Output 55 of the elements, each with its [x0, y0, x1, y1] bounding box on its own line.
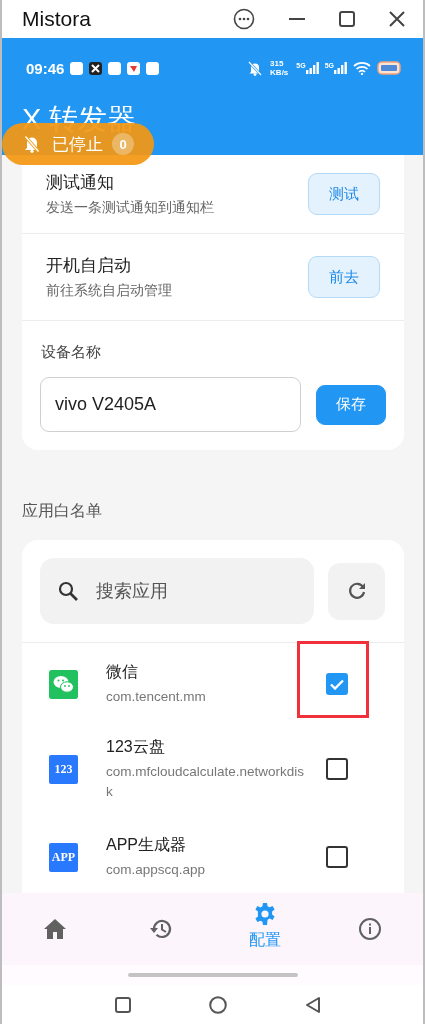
home-icon [42, 918, 67, 940]
window-title: Mistora [22, 7, 92, 31]
signal-icon [305, 62, 319, 74]
speed-unit: KB/s [270, 68, 289, 77]
maximize-icon[interactable] [339, 11, 355, 27]
bell-off-icon [24, 135, 40, 153]
status-pill[interactable]: 已停止 0 [2, 123, 154, 165]
setting-subtitle: 前往系统自启动管理 [46, 282, 173, 300]
signal-icon [334, 62, 347, 74]
more-icon[interactable] [233, 8, 255, 30]
settings-icon [253, 901, 278, 926]
search-icon [58, 581, 78, 601]
battery-icon [377, 61, 401, 75]
check-icon [330, 678, 344, 690]
wifi-icon [353, 61, 371, 75]
recents-button-icon[interactable] [114, 996, 131, 1013]
minimize-icon[interactable] [289, 17, 305, 21]
setting-subtitle: 发送一条测试通知到通知栏 [46, 199, 215, 217]
info-icon [358, 917, 383, 941]
field-label: 设备名称 [41, 343, 102, 362]
refresh-icon [346, 581, 367, 601]
notification-icon [69, 60, 85, 76]
checkbox[interactable] [326, 758, 348, 780]
setting-title: 测试通知 [46, 172, 115, 194]
action-button[interactable]: 前去 [308, 256, 380, 298]
home-button-icon[interactable] [208, 995, 227, 1014]
device-name-field[interactable]: vivo V2405A [40, 377, 301, 432]
package-name: com.mfcloudcalculate.networkdisk [106, 762, 306, 801]
notification-icon [145, 60, 161, 76]
notification-icon [107, 60, 123, 76]
status-label: 已停止 [52, 133, 103, 156]
refresh-button[interactable] [328, 562, 385, 620]
package-name: com.appscq.app [106, 860, 207, 879]
speed-value: 315 [270, 59, 285, 68]
notification-icon [126, 60, 142, 76]
count-badge: 0 [112, 133, 134, 155]
app-name: 123云盘 [106, 736, 166, 757]
bell-off-icon [248, 60, 263, 76]
setting-title: 开机自启动 [46, 255, 132, 277]
notification-icon [88, 60, 104, 76]
app-icon: 123 [49, 754, 78, 784]
app-icon: APP [49, 842, 78, 872]
app-name: 微信 [106, 661, 139, 682]
back-button-icon[interactable] [304, 995, 321, 1014]
clock-time: 09:46 [26, 59, 65, 77]
search-field[interactable]: 搜索应用 [40, 558, 314, 624]
close-icon[interactable] [389, 11, 405, 27]
action-button[interactable]: 测试 [308, 173, 380, 215]
chat-bubbles-icon [49, 669, 78, 699]
checkbox[interactable] [326, 846, 348, 868]
app-name: APP生成器 [106, 834, 187, 855]
checkbox[interactable] [326, 673, 348, 695]
section-heading: 应用白名单 [21, 501, 103, 521]
save-button[interactable]: 保存 [316, 384, 386, 425]
package-name: com.tencent.mm [106, 687, 207, 706]
